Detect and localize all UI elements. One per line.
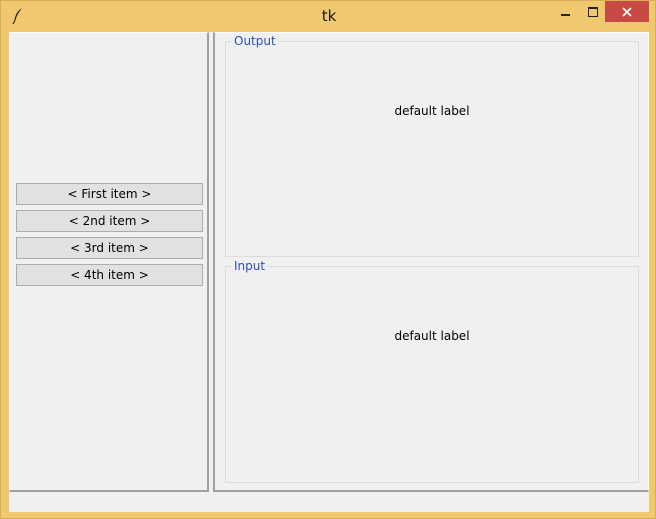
output-label: default label: [394, 104, 470, 118]
app-window: tk < First item > < 2nd item > < 3rd ite…: [0, 0, 656, 519]
status-bar: [9, 492, 649, 512]
sidebar-item-first[interactable]: < First item >: [16, 183, 203, 205]
sidebar-item-2nd[interactable]: < 2nd item >: [16, 210, 203, 232]
output-frame-title: Output: [232, 34, 278, 48]
maximize-icon: [588, 6, 598, 17]
sidebar-pane: < First item > < 2nd item > < 3rd item >…: [9, 32, 209, 492]
input-frame-title: Input: [232, 259, 268, 273]
output-frame: Output default label: [225, 34, 639, 257]
close-button[interactable]: [605, 1, 649, 22]
input-frame: Input default label: [225, 259, 639, 483]
title-bar[interactable]: tk: [1, 1, 656, 31]
minimize-button[interactable]: [551, 1, 579, 22]
sidebar-item-3rd[interactable]: < 3rd item >: [16, 237, 203, 259]
close-icon: [622, 2, 632, 21]
sidebar-item-4th[interactable]: < 4th item >: [16, 264, 203, 286]
minimize-icon: [560, 13, 570, 16]
maximize-button[interactable]: [579, 1, 607, 22]
content-pane: Output default label Input default label: [213, 32, 649, 492]
client-area: < First item > < 2nd item > < 3rd item >…: [9, 32, 649, 512]
input-label: default label: [394, 329, 470, 343]
